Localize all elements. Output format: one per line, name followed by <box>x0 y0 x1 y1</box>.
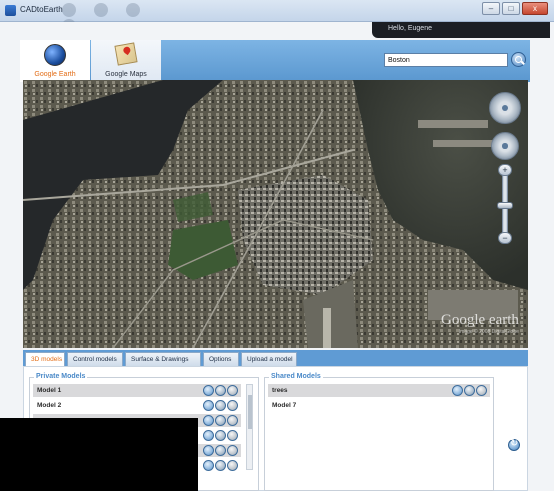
user-bar: Hello, Eugene <box>372 22 550 38</box>
map-watermark-text: Google earth <box>441 312 519 328</box>
delete-icon[interactable] <box>227 385 238 396</box>
share-icon[interactable] <box>215 445 226 456</box>
private-models-scrollbar[interactable] <box>246 384 253 470</box>
redacted-region <box>0 418 198 491</box>
share-icon[interactable] <box>464 385 475 396</box>
model-tab-strip: 3D models Control models Surface & Drawi… <box>23 350 528 366</box>
app-icon <box>5 5 16 16</box>
earth-icon <box>44 44 66 66</box>
delete-icon[interactable] <box>227 415 238 426</box>
tab-google-earth[interactable]: Google Earth <box>20 40 90 82</box>
pan-control[interactable] <box>491 132 519 160</box>
share-icon[interactable] <box>215 400 226 411</box>
row-actions <box>203 400 238 411</box>
view-icon[interactable] <box>452 385 463 396</box>
view-icon[interactable] <box>203 445 214 456</box>
private-model-row[interactable]: Model 2 <box>33 399 241 412</box>
tab-google-maps-label: Google Maps <box>105 71 147 78</box>
model-name: Model 1 <box>37 387 62 394</box>
delete-icon[interactable] <box>227 460 238 471</box>
view-icon[interactable] <box>203 415 214 426</box>
row-actions <box>203 385 238 396</box>
refresh-icon[interactable] <box>508 438 520 451</box>
row-actions <box>203 445 238 456</box>
map-view[interactable]: + − Google earth Image © 2008 DigitalGlo… <box>23 80 528 348</box>
minimize-button[interactable]: – <box>482 2 500 15</box>
window-controls: – □ x <box>482 2 548 15</box>
model-name: Model 7 <box>272 402 297 409</box>
maximize-button[interactable]: □ <box>502 2 520 15</box>
map-watermark: Google earth Image © 2008 DigitalGlobe <box>441 312 519 335</box>
share-icon[interactable] <box>215 460 226 471</box>
tab-surface-drawings[interactable]: Surface & Drawings <box>125 352 201 366</box>
user-greeting: Hello, Eugene <box>388 25 432 32</box>
satellite-imagery <box>23 80 528 348</box>
shared-models-title: Shared Models <box>269 373 323 380</box>
delete-icon[interactable] <box>476 385 487 396</box>
model-name: Model 2 <box>37 402 62 409</box>
model-name: trees <box>272 387 288 394</box>
zoom-out-button[interactable]: − <box>498 232 512 244</box>
delete-icon[interactable] <box>227 430 238 441</box>
tab-google-earth-label: Google Earth <box>34 71 76 78</box>
map-attribution: Image © 2008 DigitalGlobe <box>458 329 519 335</box>
look-around-control[interactable] <box>489 92 521 124</box>
titlebar-ghost-icons <box>62 3 182 33</box>
shared-model-row[interactable]: trees <box>268 384 490 397</box>
share-icon[interactable] <box>215 415 226 426</box>
view-icon[interactable] <box>203 400 214 411</box>
tab-upload-model[interactable]: Upload a model <box>241 352 297 366</box>
tab-google-maps[interactable]: Google Maps <box>91 40 161 82</box>
close-button[interactable]: x <box>522 2 548 15</box>
app-header: Google Earth Google Maps <box>20 40 530 82</box>
map-navigation-controls: + − <box>485 88 525 248</box>
scrollbar-thumb[interactable] <box>248 395 252 429</box>
search-icon[interactable] <box>511 52 526 67</box>
map-pin-icon <box>114 42 138 66</box>
private-model-row[interactable]: Model 1 <box>33 384 241 397</box>
private-models-title: Private Models <box>34 373 88 380</box>
tab-3d-models[interactable]: 3D models <box>25 352 65 366</box>
view-icon[interactable] <box>203 430 214 441</box>
tab-options[interactable]: Options <box>203 352 239 366</box>
share-icon[interactable] <box>215 385 226 396</box>
shared-model-row[interactable]: Model 7 <box>268 399 490 412</box>
zoom-in-button[interactable]: + <box>498 164 512 176</box>
row-actions <box>203 430 238 441</box>
tab-control-models[interactable]: Control models <box>67 352 123 366</box>
delete-icon[interactable] <box>227 445 238 456</box>
view-icon[interactable] <box>203 385 214 396</box>
window-titlebar: CADtoEarth – □ x <box>0 0 554 33</box>
row-actions <box>203 415 238 426</box>
shared-models-box: Shared Models trees Model 7 <box>264 373 494 491</box>
search-input[interactable] <box>384 53 508 67</box>
share-icon[interactable] <box>215 430 226 441</box>
view-icon[interactable] <box>203 460 214 471</box>
row-actions <box>203 460 238 471</box>
zoom-slider-handle[interactable] <box>497 202 513 209</box>
delete-icon[interactable] <box>227 400 238 411</box>
row-actions <box>452 385 487 396</box>
window-title: CADtoEarth <box>20 5 63 14</box>
